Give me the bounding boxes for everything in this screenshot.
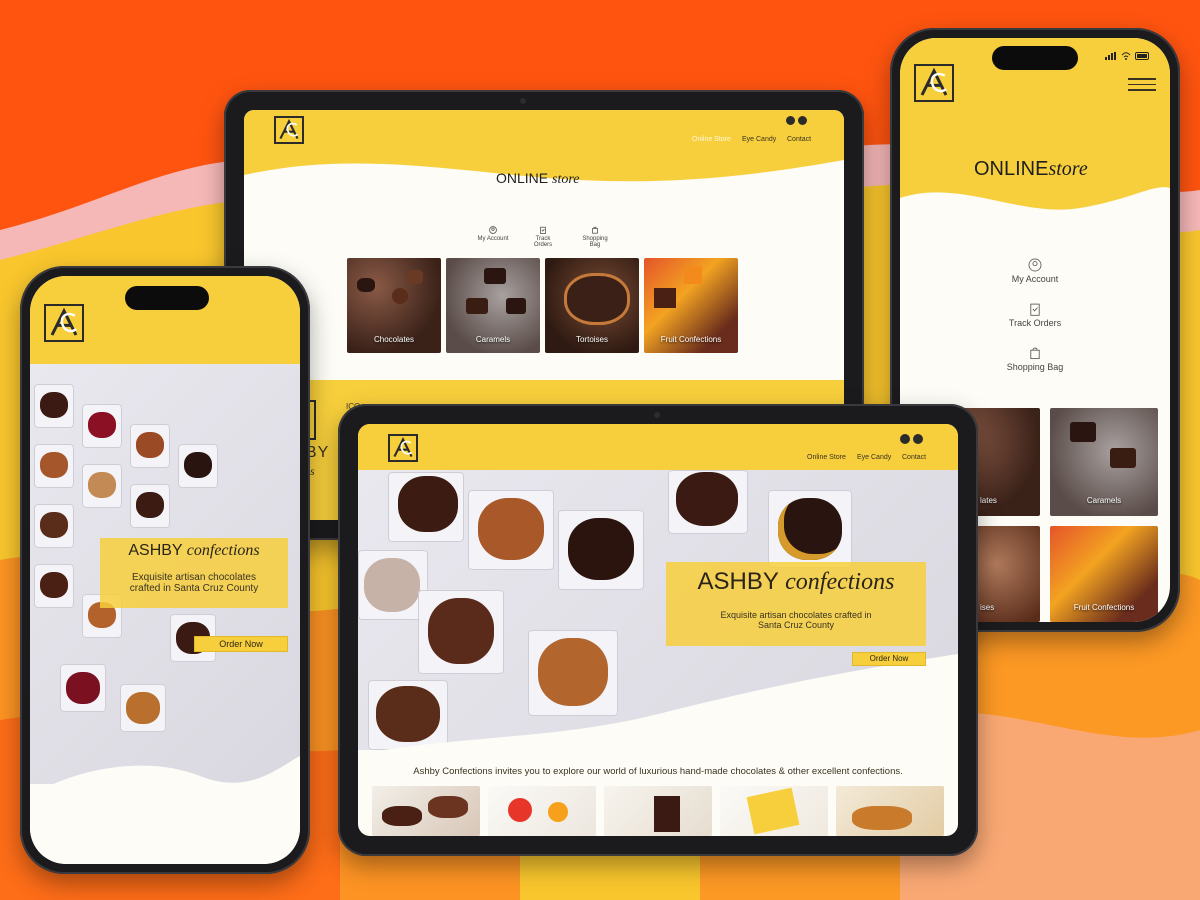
ac-logo-icon — [920, 67, 948, 96]
store-title-script: store — [552, 172, 580, 187]
bag-icon — [1030, 347, 1040, 360]
shopping-bag-label: Shopping Bag — [1006, 362, 1064, 372]
hero-tagline-line1: Exquisite artisan chocolates crafted in — [720, 610, 872, 620]
home-social-icons — [900, 434, 923, 444]
my-account-label: My Account — [1011, 274, 1059, 284]
hero-brand-name: ASHBY confections — [100, 542, 288, 560]
wifi-icon — [1121, 52, 1131, 60]
tablet-home: Online Store Eye Candy Contact ASHBY con… — [338, 404, 978, 856]
user-icon — [489, 226, 497, 234]
category-label: Caramels — [1086, 496, 1122, 506]
home-order-button[interactable]: Order Now — [852, 652, 926, 666]
facebook-icon[interactable] — [798, 116, 807, 125]
track-orders-link[interactable]: Track Orders — [526, 226, 560, 248]
phone-left-screen: ASHBY confections Exquisite artisan choc… — [30, 276, 300, 864]
ac-logo-icon — [279, 119, 299, 140]
store-title-word: ONLINE — [974, 158, 1049, 180]
phone-right-dynamic-island — [992, 46, 1078, 70]
store-title-script: store — [1048, 158, 1088, 180]
hero-brand-word: ASHBY — [128, 542, 183, 559]
nav-online-store[interactable]: Online Store — [692, 136, 731, 143]
signal-icon — [1105, 52, 1116, 60]
gallery-tile[interactable] — [604, 786, 712, 836]
ac-logo-icon — [50, 307, 78, 336]
gallery-tile[interactable] — [836, 786, 944, 836]
hero-brand-word: ASHBY — [697, 568, 779, 595]
gallery-tile[interactable] — [720, 786, 828, 836]
phone-left-dynamic-island — [125, 286, 209, 310]
phone-right-store-title: ONLINEstore — [974, 158, 1088, 181]
category-label: ises — [980, 603, 995, 613]
shopping-bag-link[interactable]: Shopping Bag — [995, 346, 1075, 372]
phone-left-hero-banner: ASHBY confections Exquisite artisan choc… — [100, 538, 288, 608]
phone-left-logo[interactable] — [44, 304, 84, 342]
phone-right-header-wave — [900, 187, 1170, 268]
my-account-link[interactable]: My Account — [476, 226, 510, 242]
shopping-bag-label: Shopping Bag — [582, 236, 608, 248]
my-account-label: My Account — [477, 236, 509, 242]
category-tile-fruit[interactable]: Fruit Confections — [1050, 526, 1158, 622]
nav-contact[interactable]: Contact — [787, 136, 811, 143]
phone-left: ASHBY confections Exquisite artisan choc… — [20, 266, 310, 874]
nav-online-store[interactable]: Online Store — [807, 454, 846, 461]
category-tile-tortoises[interactable]: Tortoises — [545, 258, 639, 353]
store-logo[interactable] — [274, 116, 304, 144]
store-title-word: ONLINE — [496, 170, 549, 186]
category-tile-fruit[interactable]: Fruit Confections — [644, 258, 738, 353]
hero-brand-script: confections — [186, 542, 260, 559]
ac-logo-icon — [393, 437, 413, 458]
user-icon — [1028, 258, 1042, 272]
hero-tagline-line1: Exquisite artisan chocolates — [132, 572, 256, 583]
nav-eye-candy[interactable]: Eye Candy — [742, 136, 776, 143]
home-hero-banner: ASHBY confections Exquisite artisan choc… — [666, 562, 926, 646]
intro-text: Ashby Confections invites you to explore… — [413, 766, 903, 777]
category-label: Chocolates — [373, 334, 415, 344]
home-hero-wave — [358, 654, 958, 764]
tablet-back-camera — [520, 98, 526, 104]
clipboard-icon — [1030, 303, 1040, 316]
tablet-front-camera — [654, 412, 660, 418]
category-tile-caramels[interactable]: Caramels — [446, 258, 540, 353]
hero-brand-name: ASHBY confections — [666, 568, 926, 596]
hero-tagline-line2: Santa Cruz County — [757, 620, 835, 630]
home-header — [358, 424, 958, 470]
shopping-bag-link[interactable]: Shopping Bag — [577, 226, 613, 248]
hero-brand-script: confections — [785, 569, 895, 595]
nav-eye-candy[interactable]: Eye Candy — [857, 454, 891, 461]
store-social-icons — [786, 116, 807, 125]
facebook-icon[interactable] — [913, 434, 923, 444]
battery-icon — [1135, 52, 1149, 60]
my-account-link[interactable]: My Account — [995, 258, 1075, 284]
phone-left-hero-wave — [30, 756, 300, 864]
nav-contact[interactable]: Contact — [902, 454, 926, 461]
tablet-home-screen: Online Store Eye Candy Contact ASHBY con… — [358, 424, 958, 836]
category-label: lates — [980, 496, 997, 506]
phone-left-order-button[interactable]: Order Now — [194, 636, 288, 652]
instagram-icon[interactable] — [900, 434, 910, 444]
hero-tagline-line2: crafted in Santa Cruz County — [129, 583, 259, 594]
clipboard-icon — [540, 226, 546, 234]
category-label: Caramels — [475, 334, 511, 344]
category-tile-caramels[interactable]: Caramels — [1050, 408, 1158, 516]
category-label: Fruit Confections — [1073, 603, 1135, 613]
gallery-tile[interactable] — [488, 786, 596, 836]
track-orders-label: Track Orders — [1008, 318, 1062, 328]
status-icons — [1105, 52, 1151, 60]
bag-icon — [592, 226, 598, 234]
menu-icon[interactable] — [1128, 78, 1156, 95]
track-orders-link[interactable]: Track Orders — [995, 302, 1075, 328]
track-orders-label: Track Orders — [533, 236, 553, 248]
gallery-tile[interactable] — [372, 786, 480, 836]
instagram-icon[interactable] — [786, 116, 795, 125]
store-title: ONLINE store — [496, 170, 580, 188]
category-label: Fruit Confections — [660, 334, 722, 344]
phone-right-logo[interactable] — [914, 64, 954, 102]
category-tile-chocolates[interactable]: Chocolates — [347, 258, 441, 353]
home-logo[interactable] — [388, 434, 418, 462]
category-label: Tortoises — [575, 334, 608, 344]
